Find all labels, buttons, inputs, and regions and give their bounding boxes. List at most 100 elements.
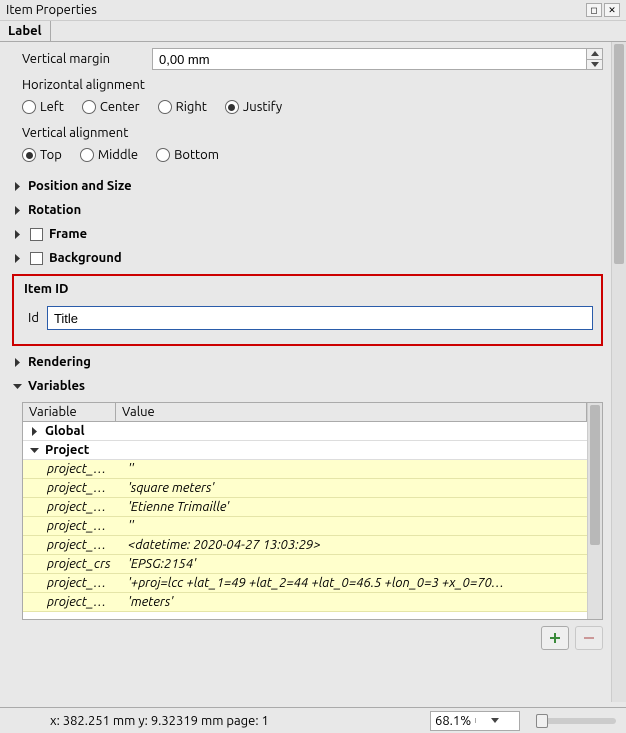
- vertical-margin-input[interactable]: [153, 49, 586, 69]
- zoom-combo[interactable]: 68.1%: [430, 711, 520, 731]
- variable-value: '': [122, 519, 587, 533]
- vertical-alignment-radios: Top Middle Bottom: [22, 148, 603, 162]
- zoom-value: 68.1%: [435, 714, 475, 728]
- radio-icon: [22, 148, 36, 162]
- add-variable-button[interactable]: [541, 626, 569, 650]
- item-id-input[interactable]: [47, 306, 593, 330]
- spin-down-icon[interactable]: [587, 60, 602, 70]
- horizontal-alignment-label: Horizontal alignment: [22, 78, 603, 92]
- main-content: Vertical margin Horizontal alignment Lef…: [0, 42, 611, 702]
- variable-value: 'square meters': [122, 481, 587, 495]
- radio-justify[interactable]: Justify: [225, 100, 282, 114]
- status-bar: x: 382.251 mm y: 9.32319 mm page: 1 68.1…: [0, 707, 626, 733]
- chevron-right-icon: [12, 229, 22, 239]
- variable-value: <datetime: 2020-04-27 13:03:29>: [122, 538, 587, 552]
- table-row[interactable]: project_…'square meters': [23, 479, 587, 498]
- table-row[interactable]: project_…'Etienne Trimaille': [23, 498, 587, 517]
- variable-name: project_…: [47, 595, 122, 609]
- vertical-alignment-label: Vertical alignment: [22, 126, 603, 140]
- chevron-right-icon: [12, 181, 22, 191]
- radio-icon: [225, 100, 239, 114]
- variables-header-value[interactable]: Value: [116, 403, 587, 421]
- variable-value: '+proj=lcc +lat_1=49 +lat_2=44 +lat_0=46…: [122, 576, 587, 590]
- radio-icon: [80, 148, 94, 162]
- radio-right[interactable]: Right: [158, 100, 207, 114]
- radio-left[interactable]: Left: [22, 100, 64, 114]
- chevron-right-icon: [29, 426, 39, 436]
- variable-name: project_…: [47, 538, 122, 552]
- variable-value: 'EPSG:2154': [122, 557, 587, 571]
- close-icon[interactable]: ✕: [604, 3, 620, 17]
- variable-name: project_…: [47, 576, 122, 590]
- chevron-down-icon: [475, 718, 516, 723]
- variables-group-project[interactable]: Project: [23, 441, 587, 460]
- status-coordinates: x: 382.251 mm y: 9.32319 mm page: 1: [10, 714, 414, 728]
- detach-icon[interactable]: ◻: [586, 3, 602, 17]
- variables-scrollbar[interactable]: [587, 403, 602, 619]
- vertical-margin-label: Vertical margin: [22, 52, 152, 66]
- tab-bar: Label: [0, 21, 626, 42]
- section-variables[interactable]: Variables: [12, 374, 603, 398]
- variable-name: project_…: [47, 519, 122, 533]
- radio-bottom[interactable]: Bottom: [156, 148, 219, 162]
- vertical-margin-spinbox[interactable]: [152, 48, 603, 70]
- vertical-margin-row: Vertical margin: [12, 48, 603, 70]
- item-id-row: Id: [18, 306, 593, 330]
- table-row[interactable]: project_…'': [23, 460, 587, 479]
- radio-icon: [156, 148, 170, 162]
- scrollbar-thumb[interactable]: [614, 44, 624, 264]
- variables-header-variable[interactable]: Variable: [23, 403, 116, 421]
- section-rotation[interactable]: Rotation: [12, 198, 603, 222]
- variables-content: Variable Value Global Project project_…'…: [12, 402, 603, 650]
- chevron-right-icon: [12, 205, 22, 215]
- zoom-slider[interactable]: [536, 718, 616, 724]
- background-checkbox[interactable]: [30, 252, 43, 265]
- titlebar-controls: ◻ ✕: [586, 3, 620, 17]
- variable-name: project_…: [47, 500, 122, 514]
- remove-variable-button[interactable]: [575, 626, 603, 650]
- variable-value: 'Etienne Trimaille': [122, 500, 587, 514]
- variable-name: project_crs: [47, 557, 122, 571]
- horizontal-alignment-radios: Left Center Right Justify: [22, 100, 603, 114]
- item-id-section: Item ID Id: [12, 274, 603, 346]
- main-area: Vertical margin Horizontal alignment Lef…: [0, 42, 626, 702]
- variables-table-wrap: Variable Value Global Project project_…'…: [22, 402, 603, 620]
- section-position-size[interactable]: Position and Size: [12, 174, 603, 198]
- tab-label[interactable]: Label: [0, 21, 51, 41]
- title-bar: Item Properties ◻ ✕: [0, 0, 626, 21]
- section-background[interactable]: Background: [12, 246, 603, 270]
- radio-center[interactable]: Center: [82, 100, 140, 114]
- radio-top[interactable]: Top: [22, 148, 62, 162]
- frame-checkbox[interactable]: [30, 228, 43, 241]
- radio-icon: [158, 100, 172, 114]
- slider-handle[interactable]: [536, 714, 548, 728]
- table-row[interactable]: project_…'+proj=lcc +lat_1=49 +lat_2=44 …: [23, 574, 587, 593]
- radio-middle[interactable]: Middle: [80, 148, 138, 162]
- table-row[interactable]: project_…<datetime: 2020-04-27 13:03:29>: [23, 536, 587, 555]
- variables-table: Variable Value Global Project project_…'…: [23, 403, 587, 619]
- variables-group-global[interactable]: Global: [23, 422, 587, 441]
- variable-name: project_…: [47, 481, 122, 495]
- variable-value: '': [122, 462, 587, 476]
- spin-up-icon[interactable]: [587, 49, 602, 60]
- spinbox-buttons: [586, 49, 602, 69]
- section-frame[interactable]: Frame: [12, 222, 603, 246]
- radio-icon: [22, 100, 36, 114]
- variable-name: project_…: [47, 462, 122, 476]
- table-row[interactable]: project_…'meters': [23, 593, 587, 612]
- variables-header-row: Variable Value: [23, 403, 587, 422]
- item-id-label: Id: [28, 311, 39, 325]
- section-rendering[interactable]: Rendering: [12, 350, 603, 374]
- chevron-down-icon: [29, 445, 39, 455]
- section-item-id[interactable]: Item ID: [18, 282, 593, 296]
- table-row[interactable]: project_…'': [23, 517, 587, 536]
- chevron-right-icon: [12, 357, 22, 367]
- table-row[interactable]: project_crs'EPSG:2154': [23, 555, 587, 574]
- variable-value: 'meters': [122, 595, 587, 609]
- scrollbar-thumb[interactable]: [590, 405, 600, 545]
- window-title: Item Properties: [6, 3, 97, 17]
- variables-buttons: [22, 626, 603, 650]
- main-scrollbar[interactable]: [611, 42, 626, 702]
- radio-icon: [82, 100, 96, 114]
- chevron-down-icon: [12, 381, 22, 391]
